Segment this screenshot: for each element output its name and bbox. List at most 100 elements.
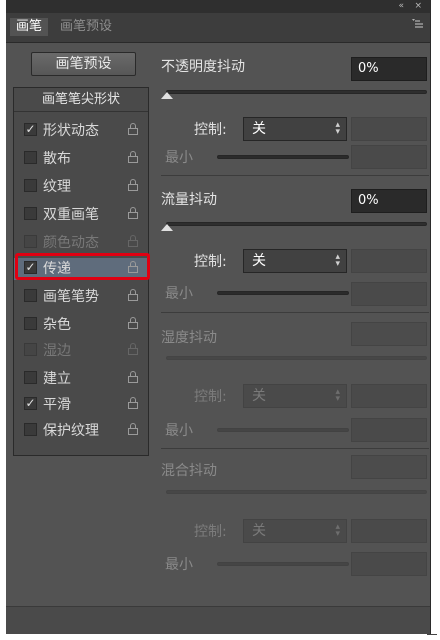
panel-title-strip: « × [6, 0, 430, 13]
list-item-smoothing[interactable]: ✓ 平滑 [14, 394, 148, 416]
brush-tip-shape-item[interactable]: 画笔笔尖形状 [14, 88, 148, 112]
list-item-texture[interactable]: 纹理 [14, 176, 148, 198]
lock-icon[interactable] [128, 151, 138, 163]
lock-icon[interactable] [128, 123, 138, 135]
select-value: 关 [252, 253, 266, 269]
flow-jitter-slider[interactable] [166, 222, 427, 226]
list-item-protect-texture[interactable]: 保护纹理 [14, 420, 148, 442]
opacity-jitter-label: 不透明度抖动 [161, 59, 245, 75]
lock-icon[interactable] [128, 289, 138, 301]
select-arrows-icon: ▴ ▾ [335, 522, 340, 539]
checkbox[interactable] [24, 289, 37, 302]
flow-jitter-label: 流量抖动 [161, 192, 217, 208]
checkbox[interactable] [24, 151, 37, 164]
lock-icon [128, 235, 138, 247]
lock-icon [128, 343, 138, 355]
checkbox[interactable]: ✓ [24, 123, 37, 136]
list-item-label: 形状动态 [43, 123, 99, 139]
list-item-dual-brush[interactable]: 双重画笔 [14, 204, 148, 226]
mix-jitter-slider [166, 490, 427, 494]
checkbox [24, 343, 37, 356]
control-extra-field [351, 519, 427, 543]
lock-icon[interactable] [128, 207, 138, 219]
list-item-label: 保护纹理 [43, 423, 99, 439]
select-arrows-icon: ▴ ▾ [335, 120, 340, 137]
section-divider [161, 175, 429, 176]
select-arrows-icon: ▴ ▾ [335, 387, 340, 404]
list-item-color-dynamics: 颜色动态 [14, 232, 148, 254]
section-divider [161, 312, 429, 313]
panel-menu-icon[interactable] [412, 18, 424, 32]
mix-jitter-value [351, 455, 427, 479]
checkbox[interactable]: ✓ [24, 397, 37, 410]
minimum-label: 最小 [165, 286, 193, 302]
list-item-label: 散布 [43, 151, 71, 167]
wetness-control-select: 关 ▴ ▾ [243, 384, 347, 408]
minimum-value-field[interactable] [351, 282, 427, 306]
flow-jitter-value[interactable]: 0% [351, 189, 427, 213]
minimum-slider [217, 428, 349, 432]
select-value: 关 [252, 388, 266, 404]
tab-bar: 画笔 画笔预设 [6, 13, 430, 43]
flow-control-select[interactable]: 关 ▴ ▾ [243, 249, 347, 273]
wetness-jitter-slider [166, 356, 427, 360]
tab-brush[interactable]: 画笔 [10, 18, 49, 36]
checkbox [24, 235, 37, 248]
close-icon[interactable]: × [414, 1, 422, 11]
opacity-jitter-value[interactable]: 0% [351, 57, 427, 81]
minimum-slider[interactable] [217, 291, 349, 295]
list-item-label: 画笔笔势 [43, 289, 99, 305]
list-item-scattering[interactable]: 散布 [14, 148, 148, 170]
lock-icon[interactable] [128, 397, 138, 409]
checkbox[interactable] [24, 371, 37, 384]
minimum-slider[interactable] [217, 155, 349, 159]
edge-mark [427, 634, 437, 635]
lock-icon[interactable] [128, 423, 138, 435]
list-item-wet-edges: 湿边 [14, 340, 148, 362]
brush-presets-button[interactable]: 画笔预设 [31, 52, 136, 76]
list-item-label: 双重画笔 [43, 207, 99, 223]
minimum-value-field [351, 552, 427, 576]
slider-thumb[interactable] [161, 224, 173, 231]
control-label: 控制: [194, 254, 227, 270]
opacity-control-select[interactable]: 关 ▴ ▾ [243, 117, 347, 141]
list-item-build-up[interactable]: 建立 [14, 368, 148, 390]
select-arrows-icon: ▴ ▾ [335, 252, 340, 269]
lock-icon[interactable] [128, 179, 138, 191]
control-extra-field [351, 117, 427, 141]
wetness-jitter-value [351, 322, 427, 346]
list-item-brush-pose[interactable]: 画笔笔势 [14, 286, 148, 308]
control-extra-field [351, 384, 427, 408]
lock-icon[interactable] [128, 371, 138, 383]
minimum-value-field[interactable] [351, 145, 427, 169]
lock-icon[interactable] [128, 317, 138, 329]
slider-thumb[interactable] [161, 92, 173, 99]
checkbox[interactable] [24, 207, 37, 220]
selection-highlight-frame [15, 253, 150, 280]
minimum-label: 最小 [165, 150, 193, 166]
list-item-label: 纹理 [43, 179, 71, 195]
control-extra-field [351, 249, 427, 273]
tab-brush-presets[interactable]: 画笔预设 [54, 18, 118, 36]
control-label: 控制: [194, 122, 227, 138]
minimum-label: 最小 [165, 557, 193, 573]
wetness-jitter-label: 湿度抖动 [161, 330, 217, 346]
select-value: 关 [252, 523, 266, 539]
brush-preview-area [6, 606, 430, 634]
mix-jitter-label: 混合抖动 [161, 463, 217, 479]
checkbox[interactable] [24, 317, 37, 330]
mix-control-select: 关 ▴ ▾ [243, 519, 347, 543]
list-item-shape-dynamics[interactable]: ✓ 形状动态 [14, 120, 148, 142]
section-divider [161, 448, 429, 449]
brush-panel: « × 画笔 画笔预设 画笔预设 画笔笔尖形状 ✓ 形状动态 散布 纹理 双重画… [6, 0, 431, 634]
opacity-jitter-slider[interactable] [166, 90, 427, 94]
list-item-label: 湿边 [43, 343, 71, 359]
list-item-label: 颜色动态 [43, 235, 99, 251]
checkbox[interactable] [24, 423, 37, 436]
select-value: 关 [252, 121, 266, 137]
minimum-value-field [351, 418, 427, 442]
checkbox[interactable] [24, 179, 37, 192]
collapse-icon[interactable]: « [398, 1, 404, 11]
control-label: 控制: [194, 389, 227, 405]
list-item-noise[interactable]: 杂色 [14, 314, 148, 336]
